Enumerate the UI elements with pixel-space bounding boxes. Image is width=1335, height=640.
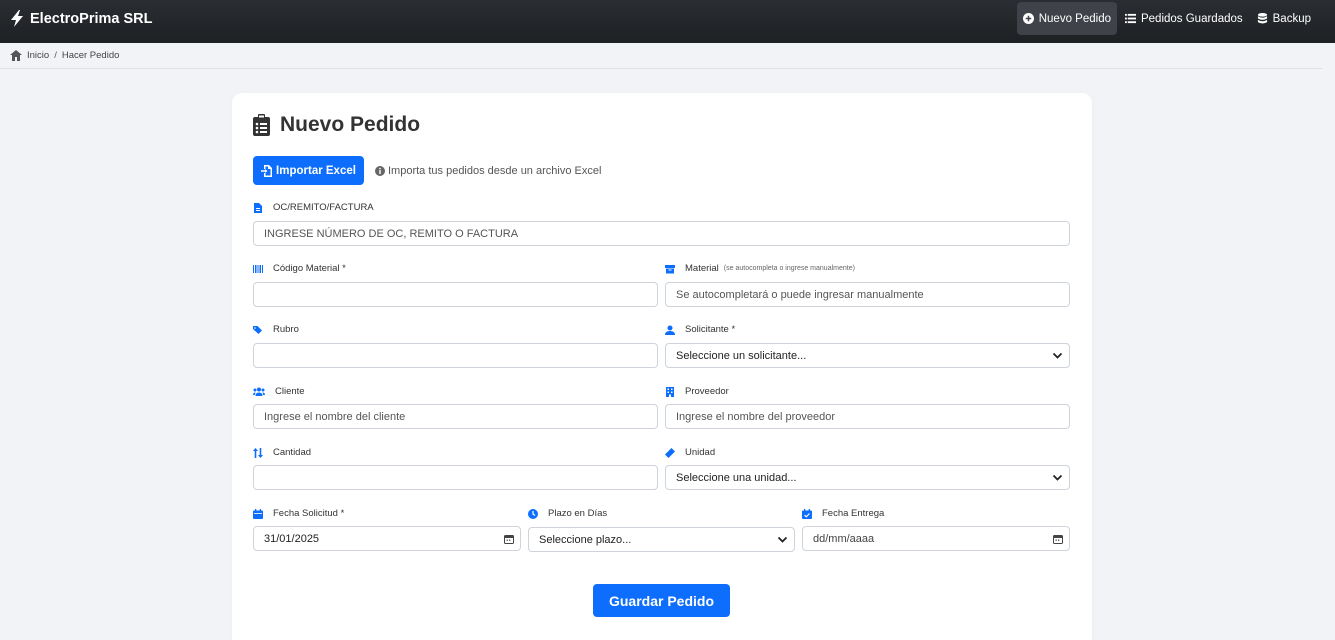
rubro-label: Rubro [253, 324, 299, 335]
material-placeholder: Se autocompletará o puede ingresar manua… [676, 288, 924, 301]
solicitante-label: Solicitante * [665, 324, 735, 335]
home-icon [10, 50, 22, 61]
breadcrumb: Inicio / Hacer Pedido [0, 43, 1323, 69]
oc-label: OC/REMITO/FACTURA [253, 202, 374, 213]
fecha-entrega-label-text: Fecha Entrega [822, 508, 885, 519]
solicitante-selected: Seleccione un solicitante... [676, 349, 807, 362]
database-icon [1257, 13, 1267, 24]
fecha-entrega-placeholder: dd/mm/aaaa [813, 532, 875, 545]
oc-input[interactable]: INGRESE NÚMERO DE OC, REMITO O FACTURA [253, 221, 1070, 246]
save-order-button[interactable]: Guardar Pedido [593, 584, 730, 617]
rubro-input[interactable] [253, 343, 658, 368]
material-label: Material (se autocompleta o ingrese manu… [665, 263, 855, 274]
solicitante-label-text: Solicitante * [685, 324, 736, 335]
unidad-select[interactable]: Seleccione una unidad... [665, 465, 1070, 490]
fecha-entrega-label: Fecha Entrega [802, 508, 884, 519]
oc-label-text: OC/REMITO/FACTURA [273, 202, 374, 213]
info-circle-icon [375, 166, 385, 176]
nav-item-label: Backup [1272, 12, 1311, 25]
page-title: Nuevo Pedido [253, 113, 420, 137]
codigo-material-input[interactable] [253, 282, 658, 307]
codigo-material-label: Código Material * [253, 263, 346, 274]
fecha-solicitud-value: 31/01/2025 [264, 532, 320, 545]
plazo-selected: Seleccione plazo... [539, 533, 632, 546]
breadcrumb-home[interactable]: Inicio [27, 50, 49, 61]
page-title-text: Nuevo Pedido [280, 113, 421, 136]
material-input[interactable]: Se autocompletará o puede ingresar manua… [665, 282, 1070, 307]
clipboard-list-icon [253, 114, 270, 136]
barcode-icon [253, 264, 263, 273]
import-help-text: Importa tus pedidos desde un archivo Exc… [375, 165, 601, 177]
fecha-solicitud-label-text: Fecha Solicitud * [273, 508, 345, 519]
cantidad-label-text: Cantidad [273, 447, 312, 458]
nav-item-nuevo-pedido[interactable]: Nuevo Pedido [1016, 2, 1117, 35]
ruler-icon [665, 447, 675, 458]
calendar-picker-icon[interactable] [504, 534, 514, 544]
plazo-select[interactable]: Seleccione plazo... [528, 527, 795, 552]
import-excel-button[interactable]: Importar Excel [253, 156, 364, 185]
plus-circle-icon [1022, 13, 1034, 24]
cantidad-label: Cantidad [253, 447, 311, 458]
import-excel-label: Importar Excel [276, 164, 356, 177]
proveedor-placeholder: Ingrese el nombre del proveedor [676, 410, 835, 423]
calendar-picker-icon[interactable] [1053, 534, 1063, 544]
plazo-label: Plazo en Días [528, 508, 607, 519]
clock-icon [528, 508, 538, 519]
codigo-material-label-text: Código Material * [273, 263, 346, 274]
proveedor-label-text: Proveedor [685, 386, 729, 397]
cantidad-input[interactable] [253, 465, 658, 490]
nav-menu: Nuevo Pedido Pedidos Guardados Backup [1015, 2, 1317, 35]
fecha-solicitud-input[interactable]: 31/01/2025 [253, 526, 521, 551]
fecha-solicitud-label: Fecha Solicitud * [253, 508, 344, 519]
proveedor-input[interactable]: Ingrese el nombre del proveedor [665, 404, 1070, 429]
building-icon [666, 386, 674, 397]
nav-item-pedidos-guardados[interactable]: Pedidos Guardados [1119, 2, 1249, 35]
nav-item-label: Pedidos Guardados [1140, 12, 1243, 25]
bolt-icon [11, 10, 23, 27]
calendar-check-icon [802, 508, 812, 519]
proveedor-label: Proveedor [665, 386, 729, 397]
nav-item-label: Nuevo Pedido [1038, 12, 1111, 25]
sort-arrows-icon [253, 447, 263, 458]
solicitante-select[interactable]: Seleccione un solicitante... [665, 343, 1070, 368]
file-icon [254, 202, 262, 213]
breadcrumb-separator: / [54, 50, 57, 61]
import-help-label: Importa tus pedidos desde un archivo Exc… [388, 165, 602, 177]
brand[interactable]: ElectroPrima SRL [10, 10, 153, 27]
cliente-label-text: Cliente [275, 386, 305, 397]
unidad-selected: Seleccione una unidad... [676, 471, 797, 484]
fecha-entrega-input[interactable]: dd/mm/aaaa [802, 526, 1070, 551]
brand-name: ElectroPrima SRL [30, 10, 153, 27]
rubro-label-text: Rubro [273, 324, 299, 335]
file-import-icon [261, 164, 273, 177]
unidad-label: Unidad [665, 447, 715, 458]
breadcrumb-current: Hacer Pedido [61, 50, 120, 61]
material-label-text: Material [685, 263, 719, 274]
cliente-placeholder: Ingrese el nombre del cliente [264, 410, 406, 423]
user-icon [665, 325, 675, 335]
navbar: ElectroPrima SRL Nuevo Pedido Pedidos Gu… [0, 0, 1335, 43]
tags-icon [253, 325, 262, 334]
order-form-card: Nuevo Pedido Importar Excel Importa tus … [232, 93, 1092, 640]
chevron-down-icon [777, 536, 788, 543]
cliente-input[interactable]: Ingrese el nombre del cliente [253, 404, 658, 429]
box-icon [665, 264, 675, 273]
nav-item-backup[interactable]: Backup [1251, 2, 1317, 35]
calendar-icon [253, 508, 263, 519]
oc-placeholder: INGRESE NÚMERO DE OC, REMITO O FACTURA [264, 227, 519, 240]
chevron-down-icon [1052, 474, 1063, 481]
unidad-label-text: Unidad [685, 447, 716, 458]
save-order-label: Guardar Pedido [608, 592, 715, 609]
list-icon [1124, 13, 1136, 24]
chevron-down-icon [1052, 352, 1063, 359]
cliente-label: Cliente [253, 386, 305, 397]
material-sublabel: (se autocompleta o ingrese manualmente) [723, 265, 855, 272]
users-icon [253, 387, 265, 396]
plazo-label-text: Plazo en Días [548, 508, 608, 519]
